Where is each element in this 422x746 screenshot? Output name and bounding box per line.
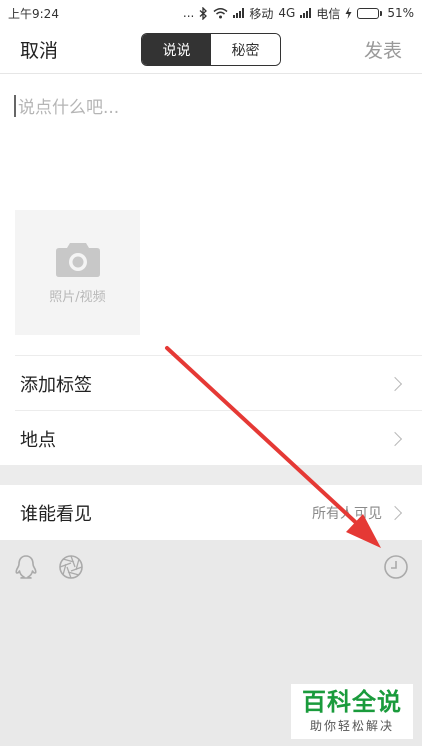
- section-gap: [0, 465, 422, 485]
- carrier-2: 电信: [316, 6, 341, 21]
- add-photo-video-button[interactable]: 照片/视频: [15, 210, 140, 335]
- status-bar: 上午9:24 ... 移动 4G 电信 51%: [0, 0, 422, 26]
- signal-icon-1: [233, 8, 245, 18]
- qq-penguin-icon[interactable]: [13, 554, 39, 580]
- tab-secret[interactable]: 秘密: [211, 34, 280, 65]
- post-type-tabs: 说说 秘密: [141, 33, 281, 66]
- cancel-button[interactable]: 取消: [20, 36, 58, 63]
- clock-icon[interactable]: [383, 554, 409, 580]
- tab-shuoshuo[interactable]: 说说: [142, 34, 211, 65]
- bluetooth-icon: [199, 6, 208, 20]
- location-row[interactable]: 地点: [0, 411, 422, 466]
- location-label: 地点: [20, 429, 56, 451]
- publish-button[interactable]: 发表: [364, 36, 402, 63]
- compose-placeholder[interactable]: 说点什么吧...: [18, 93, 119, 118]
- visibility-value: 所有人可见: [312, 505, 382, 522]
- visibility-row[interactable]: 谁能看见 所有人可见: [0, 485, 422, 540]
- chevron-right-icon: [387, 505, 403, 520]
- photo-video-label: 照片/视频: [49, 290, 106, 305]
- watermark-subtitle: 助你轻松解决: [309, 719, 394, 734]
- battery-percent: 51%: [387, 6, 414, 20]
- chevron-right-icon: [387, 376, 403, 391]
- text-cursor: [14, 95, 16, 117]
- add-tag-row[interactable]: 添加标签: [0, 356, 422, 411]
- aperture-icon[interactable]: [58, 554, 84, 580]
- more-dots: ...: [182, 6, 195, 20]
- status-time: 上午9:24: [8, 6, 59, 21]
- signal-icon-2: [300, 8, 312, 18]
- watermark-title: 百科全说: [302, 687, 402, 716]
- battery-icon: [357, 7, 383, 19]
- charging-icon: [345, 7, 352, 19]
- header: 取消 说说 秘密 发表: [0, 26, 422, 74]
- camera-icon: [55, 243, 100, 277]
- add-tag-label: 添加标签: [20, 374, 92, 396]
- carrier-1: 移动: [249, 6, 274, 21]
- network-type: 4G: [278, 6, 296, 20]
- visibility-label: 谁能看见: [20, 503, 92, 525]
- wifi-icon: [213, 8, 228, 19]
- visibility-right: 所有人可见: [312, 503, 404, 523]
- chevron-right-icon: [387, 431, 403, 446]
- watermark-logo: 百科全说 助你轻松解决: [291, 684, 413, 739]
- compose-area[interactable]: 说点什么吧... 照片/视频: [0, 75, 422, 355]
- status-indicators: ... 移动 4G 电信 51%: [183, 5, 414, 22]
